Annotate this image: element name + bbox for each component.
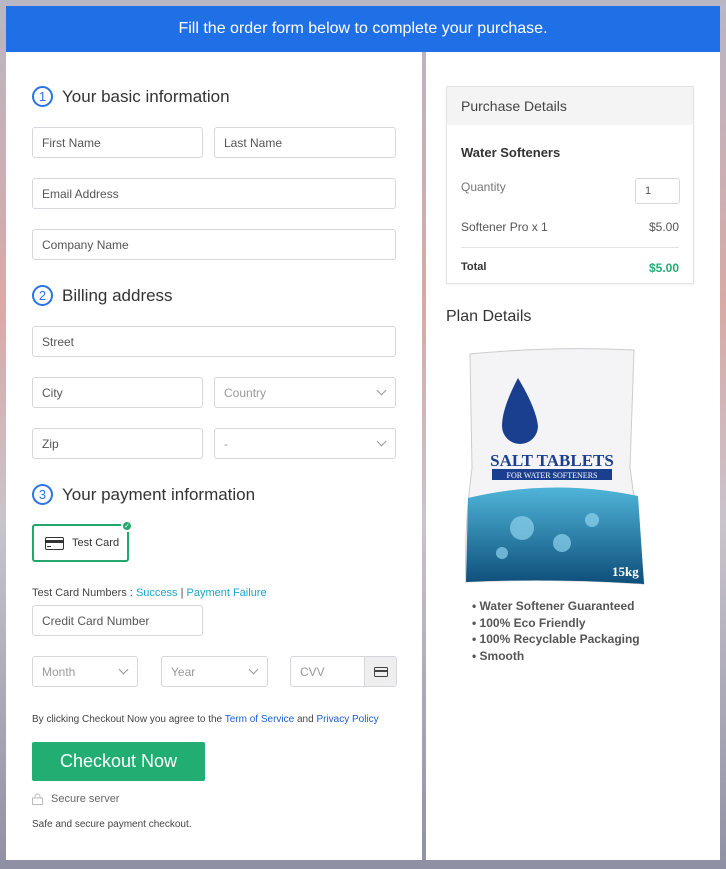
line-item-price: $5.00	[648, 220, 679, 234]
line-item-name: Softener Pro x 1	[461, 220, 548, 234]
year-select[interactable]: Year	[161, 656, 268, 687]
card-number-input[interactable]: Credit Card Number	[32, 605, 203, 636]
svg-text:15kg: 15kg	[612, 564, 639, 579]
month-value: Month	[42, 664, 76, 679]
lock-icon	[32, 793, 43, 805]
product-image: SALT TABLETS FOR WATER SOFTENERS 15kg	[465, 348, 645, 585]
safe-checkout-text: Safe and secure payment checkout.	[32, 819, 192, 830]
section-billing-heading: 2 Billing address	[32, 285, 173, 306]
agree-prefix: By clicking Checkout Now you agree to th…	[32, 714, 223, 725]
feature-list: Water Softener Guaranteed 100% Eco Frien…	[472, 598, 640, 664]
order-form: 1 Your basic information First Name Last …	[6, 52, 422, 860]
agreement-text: By clicking Checkout Now you agree to th…	[32, 714, 379, 725]
and-text: and	[296, 714, 314, 725]
purchase-details-title: Purchase Details	[447, 87, 693, 125]
section-title: Your payment information	[62, 484, 256, 504]
credit-card-icon	[45, 536, 64, 550]
test-numbers-label: Test Card Numbers :	[32, 587, 133, 599]
product-image-text: SALT TABLETS	[490, 451, 614, 470]
failure-link[interactable]: Payment Failure	[187, 587, 267, 599]
city-input[interactable]: City	[32, 377, 203, 408]
card-option-label: Test Card	[72, 537, 120, 549]
cvv-input[interactable]: CVV	[290, 656, 397, 687]
chevron-down-icon	[376, 385, 387, 396]
section-title: Your basic information	[62, 86, 230, 106]
chevron-down-icon	[248, 664, 259, 675]
feature-item: 100% Recyclable Packaging	[472, 631, 640, 648]
step-number: 3	[32, 484, 53, 505]
cvv-card-icon	[364, 657, 396, 686]
section-payment-heading: 3 Your payment information	[32, 484, 255, 505]
section-title: Billing address	[62, 285, 173, 305]
feature-item: Smooth	[472, 648, 640, 665]
check-icon: ✓	[121, 520, 133, 532]
privacy-link[interactable]: Privacy Policy	[316, 714, 378, 725]
terms-link[interactable]: Term of Service	[225, 714, 294, 725]
month-select[interactable]: Month	[32, 656, 138, 687]
secure-server: Secure server	[32, 793, 119, 805]
product-name: Water Softeners	[461, 145, 561, 160]
test-card-numbers: Test Card Numbers : Success | Payment Fa…	[32, 587, 267, 599]
summary-panel: Purchase Details Water Softeners Quantit…	[426, 52, 720, 860]
line-item: Softener Pro x 1 $5.00	[461, 220, 679, 234]
header-title: Fill the order form below to complete yo…	[178, 20, 548, 37]
feature-item: 100% Eco Friendly	[472, 615, 640, 632]
success-link[interactable]: Success	[136, 587, 178, 599]
zip-input[interactable]: Zip	[32, 428, 203, 459]
chevron-down-icon	[118, 664, 129, 675]
total-label: Total	[461, 261, 487, 273]
divider	[461, 247, 679, 248]
last-name-input[interactable]: Last Name	[214, 127, 396, 158]
company-input[interactable]: Company Name	[32, 229, 396, 260]
state-select[interactable]: -	[214, 428, 396, 459]
test-card-option[interactable]: Test Card ✓	[32, 520, 133, 562]
year-value: Year	[171, 664, 196, 679]
quantity-input[interactable]: 1	[635, 178, 680, 204]
state-value: -	[224, 436, 228, 451]
secure-label: Secure server	[51, 793, 120, 805]
page-header: Fill the order form below to complete yo…	[6, 6, 720, 52]
step-number: 1	[32, 86, 53, 107]
country-value: Country	[224, 385, 267, 400]
checkout-button[interactable]: Checkout Now	[32, 742, 205, 781]
plan-details-title: Plan Details	[446, 308, 532, 325]
cvv-placeholder: CVV	[300, 664, 325, 679]
first-name-input[interactable]: First Name	[32, 127, 203, 158]
total-row: Total $5.00	[461, 261, 679, 275]
email-input[interactable]: Email Address	[32, 178, 396, 209]
country-select[interactable]: Country	[214, 377, 396, 408]
street-input[interactable]: Street	[32, 326, 396, 357]
total-value: $5.00	[648, 261, 679, 275]
chevron-down-icon	[376, 436, 387, 447]
svg-text:FOR WATER SOFTENERS: FOR WATER SOFTENERS	[507, 471, 598, 480]
step-number: 2	[32, 285, 53, 306]
purchase-details-box: Purchase Details Water Softeners Quantit…	[446, 86, 694, 284]
separator: |	[180, 587, 184, 599]
section-basic-heading: 1 Your basic information	[32, 86, 230, 107]
feature-item: Water Softener Guaranteed	[472, 598, 640, 615]
